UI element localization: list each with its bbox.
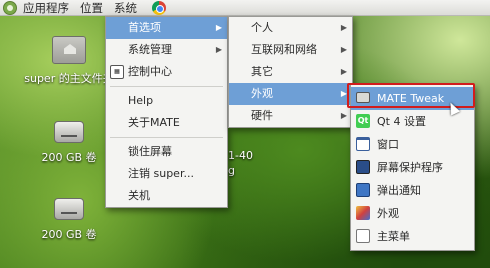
submenu-arrow-icon: ▶ (340, 45, 347, 54)
submenu-arrow-icon: ▶ (340, 23, 347, 32)
panel-menu-places[interactable]: 位置 (80, 0, 103, 16)
menu-item-shutdown[interactable]: 关机 (106, 185, 227, 207)
menu-item-label: 首选项 (128, 21, 161, 34)
submenu-arrow-icon: ▶ (215, 45, 222, 54)
system-menu: 首选项 ▶ 系统管理 ▶ ▦ 控制中心 Help 关于MATE 锁住屏幕 注销 … (105, 16, 228, 208)
desktop-icon-label: 200 GB 卷 (41, 228, 97, 241)
menu-item-screensaver[interactable]: 屏幕保护程序 (351, 156, 474, 179)
menu-item-label: 硬件 (251, 109, 273, 122)
hard-disk-icon (54, 198, 84, 220)
menu-item-lock-screen[interactable]: 锁住屏幕 (106, 141, 227, 163)
qt-icon: Qt (356, 114, 370, 128)
menu-item-other[interactable]: 其它 ▶ (229, 61, 352, 83)
desktop-icon-label: super 的主文件夹 (24, 72, 114, 85)
menu-item-label: Help (128, 94, 154, 107)
menu-item-label: 其它 (251, 65, 273, 78)
menu-item-control-center[interactable]: ▦ 控制中心 (106, 61, 227, 83)
desktop-icon-disk-1[interactable]: 200 GB 卷 (24, 121, 114, 165)
submenu-arrow-icon: ▶ (340, 111, 347, 120)
menu-item-hardware[interactable]: 硬件 ▶ (229, 105, 352, 127)
control-center-icon: ▦ (110, 65, 124, 79)
background-text-fragment: 1-40 (228, 149, 253, 162)
appearance-icon (356, 206, 370, 220)
menu-item-appearance[interactable]: 外观 ▶ (229, 83, 352, 105)
menu-item-label: 弹出通知 (377, 184, 421, 197)
hard-disk-icon (54, 121, 84, 143)
menu-separator (110, 137, 223, 138)
desktop-icon-home[interactable]: super 的主文件夹 (24, 36, 114, 86)
menu-item-label: 系统管理 (128, 43, 172, 56)
menu-item-logout[interactable]: 注销 super... (106, 163, 227, 185)
menu-item-label: 注销 super... (128, 167, 194, 180)
panel-menu-applications[interactable]: 应用程序 (23, 0, 69, 16)
menu-item-main-menu[interactable]: 主菜单 (351, 225, 474, 248)
window-icon (356, 137, 370, 151)
menu-item-windows[interactable]: 窗口 (351, 133, 474, 156)
menu-item-label: 外观 (251, 87, 273, 100)
main-menu-icon (356, 229, 370, 243)
menu-item-label: 主菜单 (377, 230, 410, 243)
mate-tweak-icon (356, 92, 370, 103)
menu-item-appearance-settings[interactable]: 外观 (351, 202, 474, 225)
menu-item-administration[interactable]: 系统管理 ▶ (106, 39, 227, 61)
menu-item-personal[interactable]: 个人 ▶ (229, 17, 352, 39)
menu-item-label: 关机 (128, 189, 150, 202)
menu-item-label: 个人 (251, 21, 273, 34)
menu-item-internet-network[interactable]: 互联网和网络 ▶ (229, 39, 352, 61)
menu-item-label: 屏幕保护程序 (377, 161, 443, 174)
preferences-submenu: 个人 ▶ 互联网和网络 ▶ 其它 ▶ 外观 ▶ 硬件 ▶ (228, 16, 353, 128)
menu-item-label: 互联网和网络 (251, 43, 317, 56)
submenu-arrow-icon: ▶ (340, 67, 347, 76)
top-panel: 应用程序 位置 系统 (0, 0, 490, 16)
submenu-arrow-icon: ▶ (215, 23, 222, 32)
menu-item-preferences[interactable]: 首选项 ▶ (106, 17, 227, 39)
menu-item-label: 控制中心 (128, 65, 172, 78)
background-text-fragment: g (228, 164, 235, 177)
notification-icon (356, 183, 370, 197)
menu-item-popup-notifications[interactable]: 弹出通知 (351, 179, 474, 202)
menu-item-label: Qt 4 设置 (377, 115, 426, 128)
submenu-arrow-icon: ▶ (340, 89, 347, 98)
desktop-icon-label: 200 GB 卷 (41, 151, 97, 164)
menu-item-about-mate[interactable]: 关于MATE (106, 112, 227, 134)
menu-item-label: MATE Tweak (377, 92, 445, 105)
menu-item-label: 锁住屏幕 (128, 145, 172, 158)
home-folder-icon (52, 36, 86, 64)
menu-item-label: 窗口 (377, 138, 399, 151)
mate-logo-icon[interactable] (3, 0, 17, 15)
menu-separator (110, 86, 223, 87)
menu-item-label: 关于MATE (128, 116, 180, 129)
desktop-icon-disk-2[interactable]: 200 GB 卷 (24, 198, 114, 242)
chrome-icon[interactable] (152, 0, 166, 15)
menu-item-label: 外观 (377, 207, 399, 220)
panel-menu-system[interactable]: 系统 (114, 0, 137, 16)
screensaver-icon (356, 160, 370, 174)
menu-item-help[interactable]: Help (106, 90, 227, 112)
menu-item-qt4-settings[interactable]: Qt Qt 4 设置 (351, 110, 474, 133)
